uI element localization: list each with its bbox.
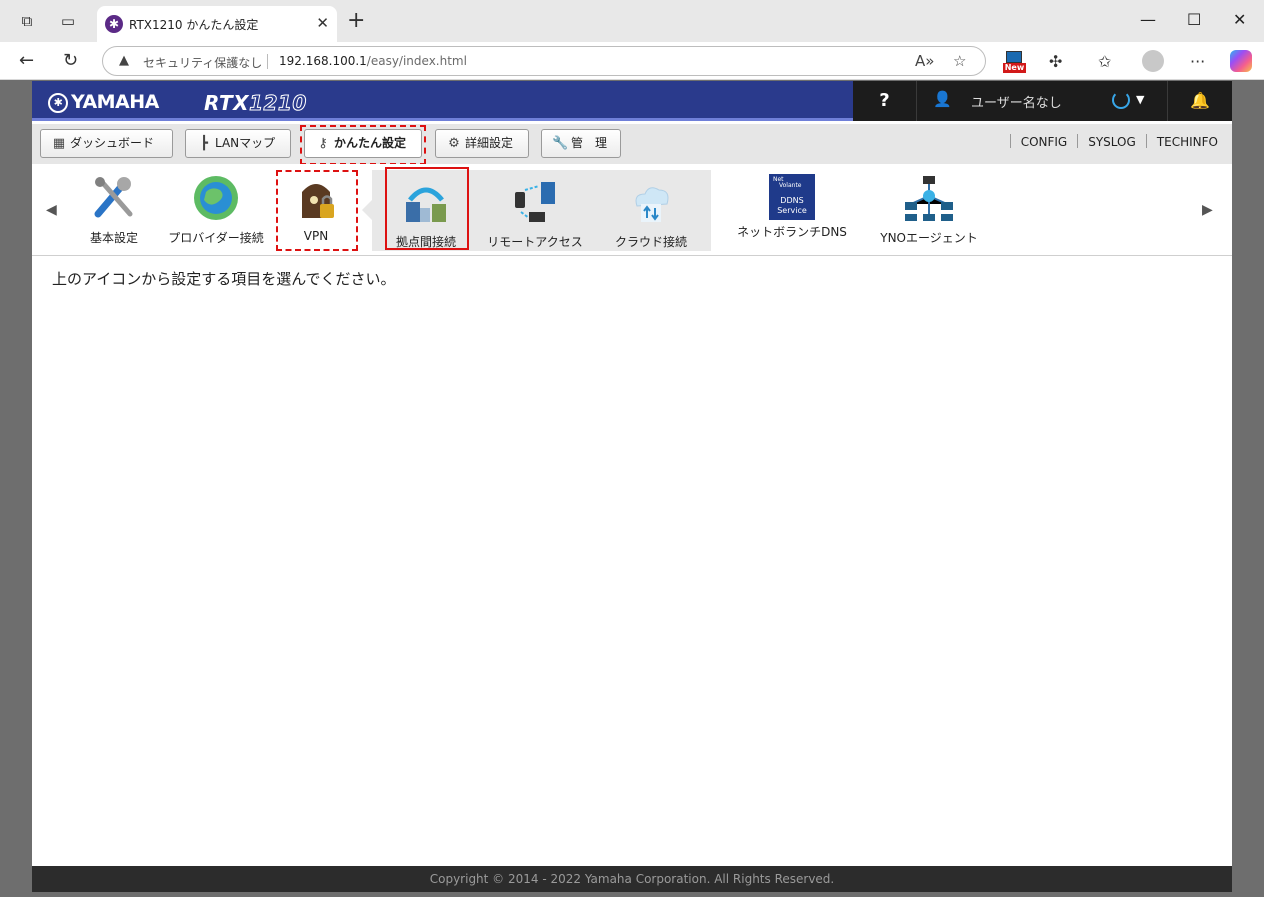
router-web-ui: ✱ YAMAHA RTX1210 ? 👤 ユーザー名なし ▼ 🔔 ▦ ダッシュボード… <box>32 81 1232 892</box>
globe-icon <box>194 176 238 220</box>
yamaha-logo: ✱ YAMAHA <box>48 91 159 113</box>
provider-connection-item[interactable]: プロバイダー接続 <box>160 174 272 246</box>
maximize-icon[interactable]: ☐ <box>1187 10 1201 29</box>
copilot-icon[interactable] <box>1230 50 1252 72</box>
workspaces-icon[interactable]: ⧉ <box>17 11 37 31</box>
subpanel-pointer <box>362 200 372 220</box>
user-name[interactable]: ユーザー名なし <box>971 92 1062 111</box>
minimize-icon[interactable]: — <box>1140 10 1156 29</box>
lan-map-icon: ┣ <box>200 136 208 151</box>
favorites-icon[interactable]: ✩ <box>1098 52 1111 71</box>
loading-spinner-icon <box>1112 91 1130 109</box>
tab-actions-icon[interactable]: ▭ <box>58 11 78 31</box>
read-aloud-icon[interactable]: A» <box>915 52 934 70</box>
cloud-connection-item[interactable]: クラウド接続 <box>606 178 696 250</box>
dashboard-button[interactable]: ▦ ダッシュボード <box>40 129 173 158</box>
url-text[interactable]: 192.168.100.1/easy/index.html <box>279 54 467 68</box>
techinfo-link[interactable]: TECHINFO <box>1157 135 1218 149</box>
bell-icon[interactable]: 🔔 <box>1167 81 1232 121</box>
dashboard-icon: ▦ <box>52 136 66 151</box>
url-separator <box>267 54 268 69</box>
setup-icon-bar: ◀ ▶ 基本設定 プロバイダー接続 VPN 拠点間接続 リモートアクセス クラウ… <box>32 164 1232 256</box>
wrench-icon: 🔧 <box>552 136 569 151</box>
help-button[interactable]: ? <box>853 81 917 121</box>
tab-title: RTX1210 かんたん設定 <box>129 18 259 32</box>
back-icon[interactable]: ← <box>19 50 34 71</box>
highlight-site-to-site <box>385 167 469 250</box>
gear-icon: ⚙ <box>448 136 460 151</box>
syslog-link[interactable]: SYSLOG <box>1088 135 1136 149</box>
advanced-settings-button[interactable]: ⚙ 詳細設定 <box>435 129 529 158</box>
user-icon: 👤 <box>933 90 952 108</box>
tools-icon <box>94 177 133 218</box>
scroll-right-icon[interactable]: ▶ <box>1202 202 1213 218</box>
highlight-vpn <box>276 170 358 251</box>
close-tab-icon[interactable]: ✕ <box>316 14 329 32</box>
yno-agent-item[interactable]: YNOエージェント <box>870 174 988 246</box>
browser-tab-bar: ⧉ ▭ ✱ RTX1210 かんたん設定 ✕ + — ☐ ✕ <box>0 0 1264 42</box>
header-tools: ? 👤 ユーザー名なし ▼ 🔔 <box>853 81 1232 121</box>
highlight-easy-setup <box>300 125 426 165</box>
close-window-icon[interactable]: ✕ <box>1233 10 1246 29</box>
copyright-footer: Copyright © 2014 - 2022 Yamaha Corporati… <box>32 866 1232 892</box>
new-extension-icon[interactable]: New <box>1003 51 1026 73</box>
yamaha-favicon-icon: ✱ <box>105 15 123 33</box>
utility-links: CONFIG SYSLOG TECHINFO <box>1000 134 1218 149</box>
lan-map-button[interactable]: ┣ LANマップ <box>185 129 291 158</box>
security-label[interactable]: セキュリティ保護なし <box>143 54 262 71</box>
management-button[interactable]: 🔧 管 理 <box>541 129 621 158</box>
more-menu-icon[interactable]: ··· <box>1190 52 1205 71</box>
refresh-icon[interactable]: ↻ <box>63 50 78 71</box>
remote-access-item[interactable]: リモートアクセス <box>480 178 590 250</box>
main-menu: ▦ ダッシュボード ┣ LANマップ ⚷ かんたん設定 ⚙ 詳細設定 🔧 管 理 CONF… <box>32 124 1232 164</box>
browser-tab[interactable]: ✱ RTX1210 かんたん設定 ✕ <box>97 6 337 42</box>
warning-icon[interactable]: ▲ <box>119 53 129 68</box>
remote-access-icon <box>515 182 555 222</box>
extensions-icon[interactable]: ✣ <box>1049 52 1062 71</box>
netvolante-ddns-icon: Net Volante DDNS Service <box>769 174 815 220</box>
model-name: RTX1210 <box>204 91 307 116</box>
instruction-text: 上のアイコンから設定する項目を選んでください。 <box>52 270 396 288</box>
profile-avatar[interactable] <box>1142 50 1164 72</box>
config-link[interactable]: CONFIG <box>1021 135 1068 149</box>
netvolante-dns-item[interactable]: Net Volante DDNS Service ネットボランチDNS <box>730 174 854 240</box>
chevron-down-icon[interactable]: ▼ <box>1136 93 1144 106</box>
basic-settings-item[interactable]: 基本設定 <box>82 174 146 246</box>
yamaha-tuning-fork-icon: ✱ <box>48 93 68 113</box>
new-tab-icon[interactable]: + <box>347 9 365 33</box>
yamaha-header: ✱ YAMAHA RTX1210 ? 👤 ユーザー名なし ▼ 🔔 <box>32 81 1232 121</box>
network-tree-icon <box>905 176 953 221</box>
url-field[interactable]: ▲ セキュリティ保護なし 192.168.100.1/easy/index.ht… <box>102 46 986 76</box>
cloud-icon <box>635 187 669 222</box>
scroll-left-icon[interactable]: ◀ <box>46 202 57 218</box>
favorite-star-icon[interactable]: ☆ <box>953 52 966 70</box>
address-bar-row: ← ↻ ▲ セキュリティ保護なし 192.168.100.1/easy/inde… <box>0 42 1264 80</box>
